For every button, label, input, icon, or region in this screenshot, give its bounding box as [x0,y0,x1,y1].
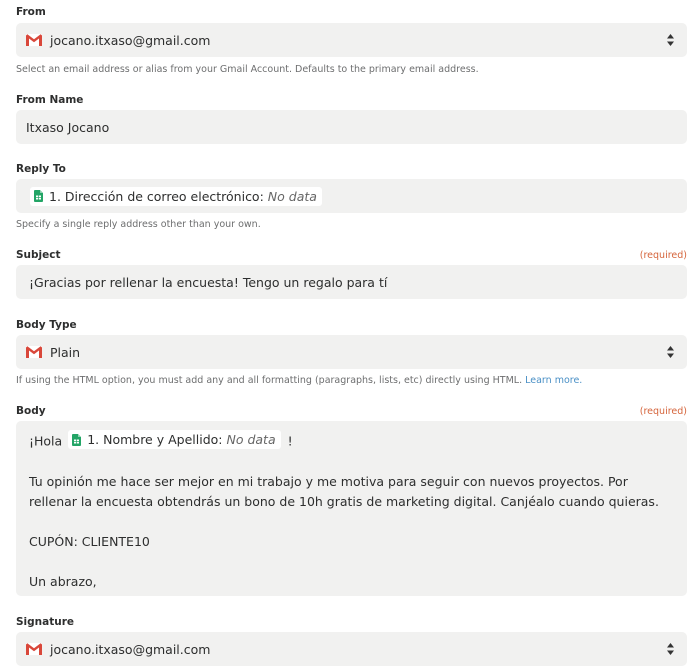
reply-to-label: Reply To [16,163,66,175]
body-token-value: No data [226,432,276,447]
subject-label: Subject [16,249,61,261]
body-closing: Un abrazo, [29,573,97,589]
gmail-icon [26,643,42,655]
google-sheets-icon [34,190,43,202]
body-type-select[interactable]: Plain [16,335,687,369]
subject-value: ¡Gracias por rellenar la encuesta! Tengo… [29,274,388,290]
sort-arrows-icon [667,346,674,358]
from-label: From [16,6,46,18]
gmail-icon [26,34,42,46]
reply-to-hint: Specify a single reply address other tha… [16,219,261,230]
body-type-label: Body Type [16,319,77,331]
body-type-value: Plain [50,344,81,360]
body-type-hint-text: If using the HTML option, you must add a… [16,375,523,386]
body-textarea[interactable]: ¡Hola 1. Nombre y Apellido: No data ! Tu… [16,421,687,596]
body-greeting-suffix: ! [287,433,293,449]
signature-value: jocano.itxaso@gmail.com [50,641,211,657]
reply-to-input[interactable]: 1. Dirección de correo electrónico: No d… [16,179,687,213]
body-type-hint: If using the HTML option, you must add a… [16,375,582,386]
body-name-token[interactable]: 1. Nombre y Apellido: No data [68,430,281,449]
from-select[interactable]: jocano.itxaso@gmail.com [16,23,687,57]
gmail-icon [26,346,42,358]
from-name-value: Itxaso Jocano [26,119,110,135]
reply-to-token-value: No data [267,188,317,204]
signature-label: Signature [16,616,75,628]
learn-more-link[interactable]: Learn more. [525,375,582,386]
body-coupon: CUPÓN: CLIENTE10 [29,533,150,549]
body-greeting-prefix: ¡Hola [29,433,63,449]
from-name-input[interactable]: Itxaso Jocano [16,110,687,144]
sort-arrows-icon [667,34,674,46]
subject-required: (required) [639,250,687,261]
sort-arrows-icon [667,643,674,655]
from-hint: Select an email address or alias from yo… [16,64,479,75]
body-token-label: 1. Nombre y Apellido: [87,432,223,447]
body-required: (required) [639,406,687,417]
from-value: jocano.itxaso@gmail.com [50,32,211,48]
subject-input[interactable]: ¡Gracias por rellenar la encuesta! Tengo… [16,265,687,299]
google-sheets-icon [72,433,82,446]
reply-to-token-label: 1. Dirección de correo electrónico: [49,188,264,204]
from-name-label: From Name [16,94,84,106]
body-greeting-line: ¡Hola 1. Nombre y Apellido: No data ! [29,430,674,452]
body-label: Body [16,405,46,417]
reply-to-token[interactable]: 1. Dirección de correo electrónico: No d… [30,186,322,206]
signature-select[interactable]: jocano.itxaso@gmail.com [16,632,687,666]
body-paragraph: Tu opinión me hace ser mejor en mi traba… [29,473,659,509]
